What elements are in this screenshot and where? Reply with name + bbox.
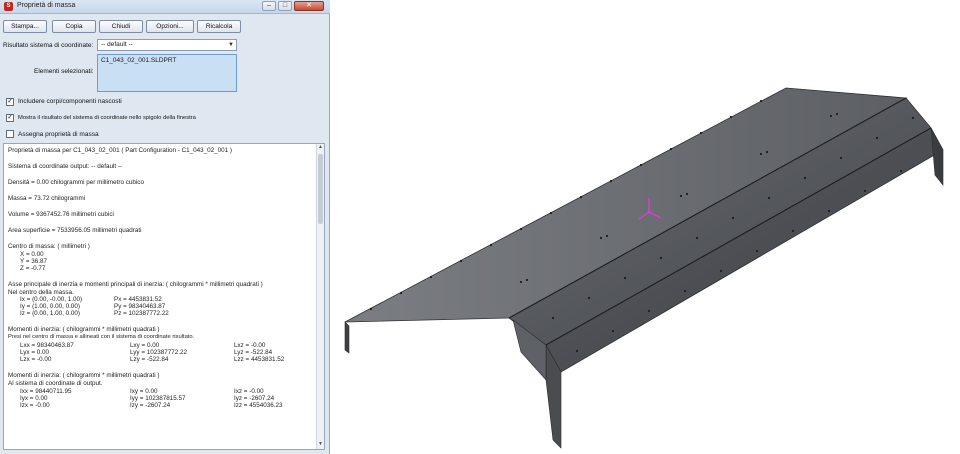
moment-cell: Lzy = -522.84 [130, 356, 169, 363]
moment-cell: Iyz = -2607.24 [234, 395, 275, 402]
results-scrollbar[interactable]: ▲ ▼ [316, 144, 324, 449]
scroll-thumb[interactable] [318, 154, 323, 224]
moment-cell: Ixx = 98440711.95 [20, 388, 72, 395]
moment-cell: Lxy = 0.00 [130, 342, 160, 349]
left-flange [344, 321, 350, 354]
moments-output-header: Momenti di inerzia: ( chilogrammi * mill… [8, 372, 160, 379]
com-z: Z = -0.77 [20, 265, 46, 272]
moment-cell: Iyx = 0.00 [20, 395, 48, 402]
center-of-mass-header: Centro di massa: ( millimetri ) [8, 243, 90, 250]
moment-cell: Ixy = 0.00 [130, 388, 158, 395]
moment-cell: Iyy = 102387815.57 [130, 395, 186, 402]
com-x: X = 0.00 [20, 251, 44, 258]
selected-items-list[interactable]: C1_043_02_001.SLDPRT [97, 54, 237, 92]
scroll-down-icon[interactable]: ▼ [317, 441, 324, 449]
moment-cell: Lxx = 98340463.87 [20, 342, 74, 349]
print-button[interactable]: Stampa... [3, 20, 47, 33]
close-window-button[interactable]: ✕ [294, 1, 324, 11]
mass-value: Massa = 73.72 chilogrammi [8, 195, 86, 202]
assign-mass-checkbox[interactable] [6, 130, 14, 138]
principal-moment-y: Py = 98340463.87 [114, 303, 166, 310]
solidworks-icon: S [4, 2, 13, 11]
moment-cell: Lyx = 0.00 [20, 349, 49, 356]
moment-cell: Izz = 4554036.23 [234, 402, 283, 409]
principal-axis-x: Ix = (0.00, -0.00, 1.00) [20, 296, 83, 303]
show-coords-label: Mostra il risultato del sistema di coord… [18, 115, 196, 121]
selected-items-label: Elementi selezionati: [34, 68, 94, 75]
coord-system-output: Sistema di coordinate output: -- default… [8, 163, 123, 170]
moments-center-header: Momenti di inerzia: ( chilogrammi * mill… [8, 326, 160, 333]
results-header: Proprietà di massa per C1_043_02_001 ( P… [8, 147, 233, 154]
principal-axes-sub: Nel centro della massa. [8, 289, 74, 296]
window-title: Proprietà di massa [17, 2, 76, 9]
copy-button[interactable]: Copia [52, 20, 96, 33]
options-button[interactable]: Opzioni... [146, 20, 194, 33]
moment-cell: Izy = -2607.24 [130, 402, 171, 409]
model-viewport[interactable] [331, 0, 960, 454]
moment-cell: Lxz = -0.00 [234, 342, 266, 349]
moment-cell: Lyz = -522.84 [234, 349, 273, 356]
area-value: Area superficie = 7533956.05 millimetri … [8, 227, 142, 234]
moments-center-sub: Presi nel centro di massa e allineati co… [8, 334, 195, 340]
results-panel[interactable]: Proprietà di massa per C1_043_02_001 ( P… [3, 143, 325, 450]
coord-system-dropdown[interactable]: -- default -- ▼ [97, 39, 237, 51]
selected-item[interactable]: C1_043_02_001.SLDPRT [101, 57, 233, 64]
sheet-metal-part[interactable] [331, 0, 960, 454]
principal-axes-header: Asse principale di inerzia e momenti pri… [8, 281, 263, 288]
com-y: Y = 36.87 [20, 258, 48, 265]
moments-output-sub: Al sistema di coordinate di output. [8, 380, 103, 387]
coord-system-value: -- default -- [101, 41, 133, 48]
coord-system-label: Risultato sistema di coordinate: [3, 42, 94, 49]
minimize-button[interactable]: – [262, 1, 276, 11]
close-button[interactable]: Chiudi [99, 20, 143, 33]
show-coords-checkbox[interactable]: ✓ [6, 114, 14, 122]
volume-value: Volume = 9367452.76 millimetri cubici [8, 211, 114, 218]
moment-cell: Ixz = -0.00 [234, 388, 264, 395]
mass-properties-dialog: S Proprietà di massa – □ ✕ Stampa... Cop… [0, 0, 330, 454]
principal-axis-z: Iz = (0.00, 1.00, 0.00) [20, 310, 81, 317]
principal-axis-y: Iy = (1.00, 0.00, 0.00) [20, 303, 81, 310]
include-hidden-checkbox[interactable]: ✓ [6, 98, 14, 106]
moment-cell: Lzx = -0.00 [20, 356, 52, 363]
scroll-up-icon[interactable]: ▲ [317, 144, 324, 152]
density-value: Densità = 0.00 chilogrammi per millimetr… [8, 179, 144, 186]
moment-cell: Lzz = 4453831.52 [234, 356, 285, 363]
assign-mass-label: Assegna proprietà di massa [18, 131, 99, 138]
principal-moment-x: Px = 4453831.52 [114, 296, 162, 303]
principal-moment-z: Pz = 102387772.22 [114, 310, 169, 317]
include-hidden-label: Includere corpi/componenti nascosti [18, 98, 122, 105]
moment-cell: Lyy = 102387772.22 [130, 349, 188, 356]
title-bar[interactable]: S Proprietà di massa – □ ✕ [0, 0, 330, 14]
end-flange [930, 127, 944, 186]
recalculate-button[interactable]: Ricalcola [197, 20, 241, 33]
chevron-down-icon[interactable]: ▼ [228, 40, 234, 50]
moment-cell: Izx = -0.00 [20, 402, 50, 409]
maximize-button[interactable]: □ [278, 1, 292, 11]
